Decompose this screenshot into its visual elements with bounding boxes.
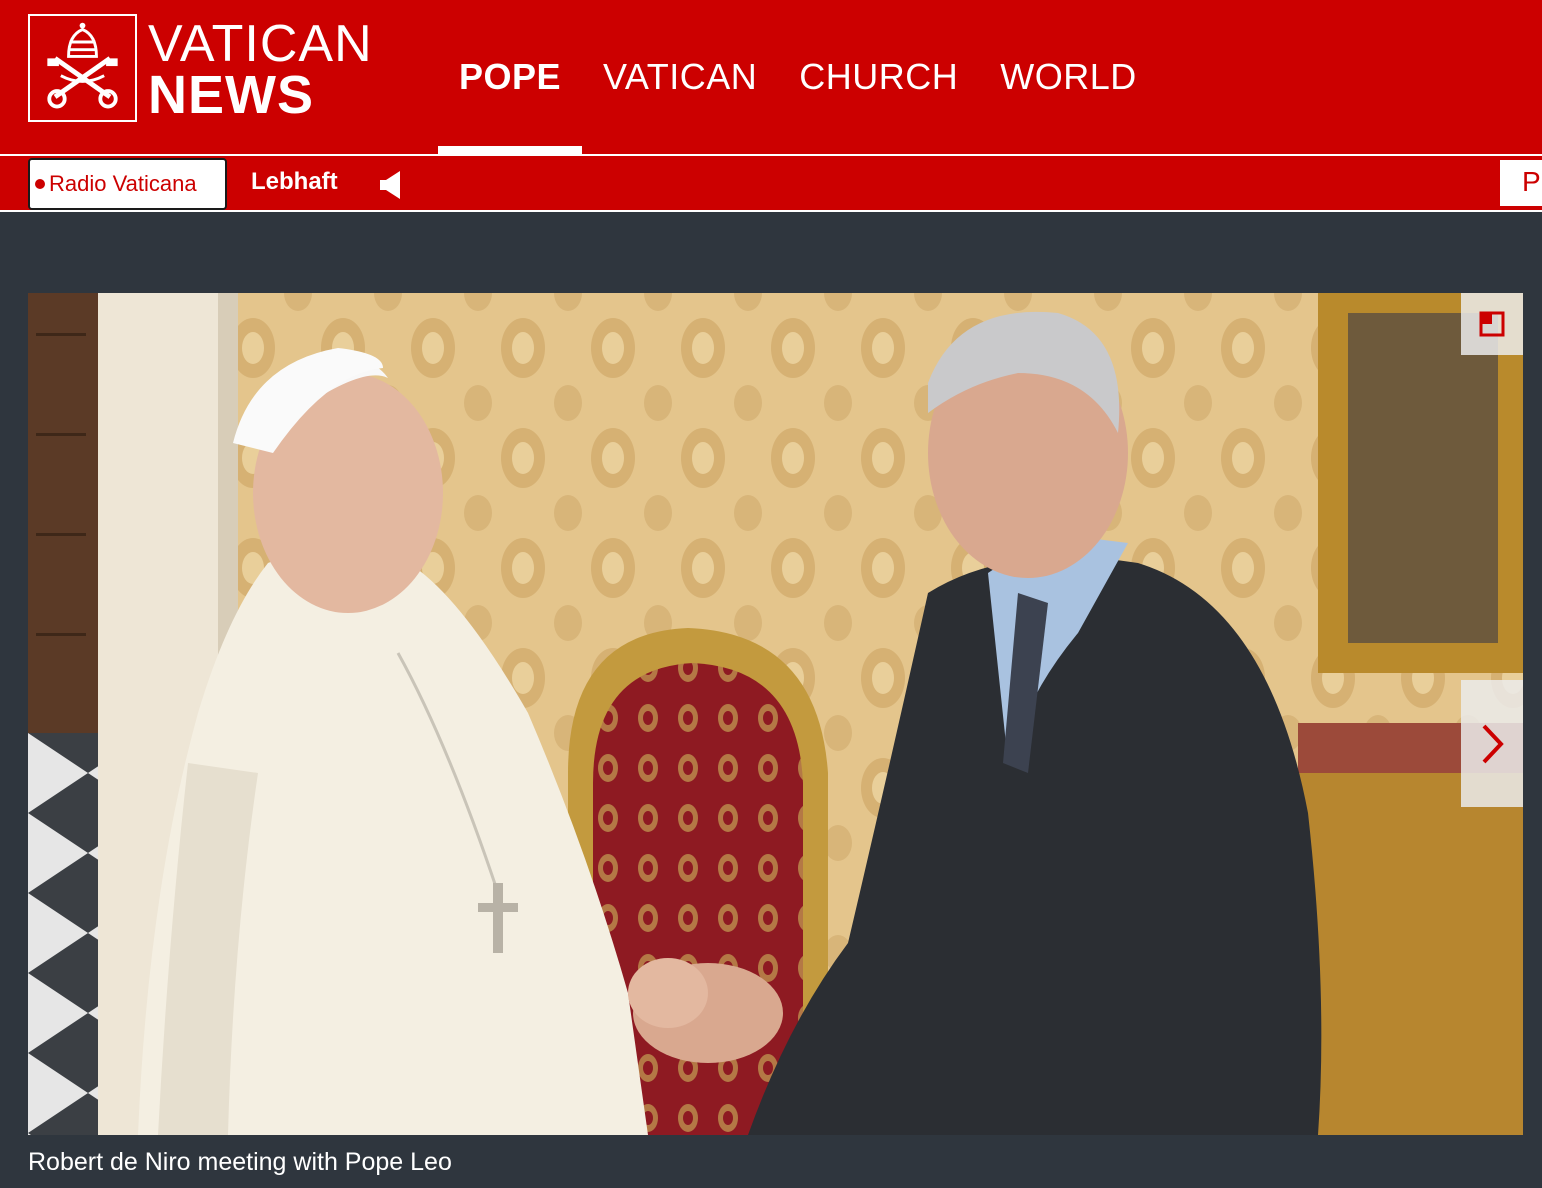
brand-name-line1[interactable]: VATICAN [148,16,373,72]
right-tab-button[interactable]: P [1500,160,1542,206]
hero-photo [28,293,1523,1135]
live-stream-label: Lebhaft [251,168,338,195]
radio-bar: Radio Vaticana Lebhaft P [0,154,1542,212]
nav-item-vatican[interactable]: VATICAN [582,0,778,154]
nav-item-church[interactable]: CHURCH [778,0,979,154]
radio-vaticana-button[interactable]: Radio Vaticana [28,158,227,210]
nav-item-world[interactable]: WORLD [979,0,1158,154]
radio-button-label: Radio Vaticana [49,171,197,196]
site-logo[interactable] [28,14,137,122]
live-dot-icon [35,179,45,189]
brand-name-line2[interactable]: NEWS [148,66,314,124]
photo-caption: Robert de Niro meeting with Pope Leo [28,1148,452,1176]
papal-keys-icon [47,22,118,109]
main-nav: POPE VATICAN CHURCH WORLD [438,0,1158,154]
nav-item-pope[interactable]: POPE [438,0,583,154]
speaker-icon[interactable] [378,169,406,201]
site-header: VATICAN NEWS POPE VATICAN CHURCH WORLD [0,0,1542,154]
chevron-right-icon[interactable] [1461,680,1523,807]
expand-icon[interactable] [1461,293,1523,355]
